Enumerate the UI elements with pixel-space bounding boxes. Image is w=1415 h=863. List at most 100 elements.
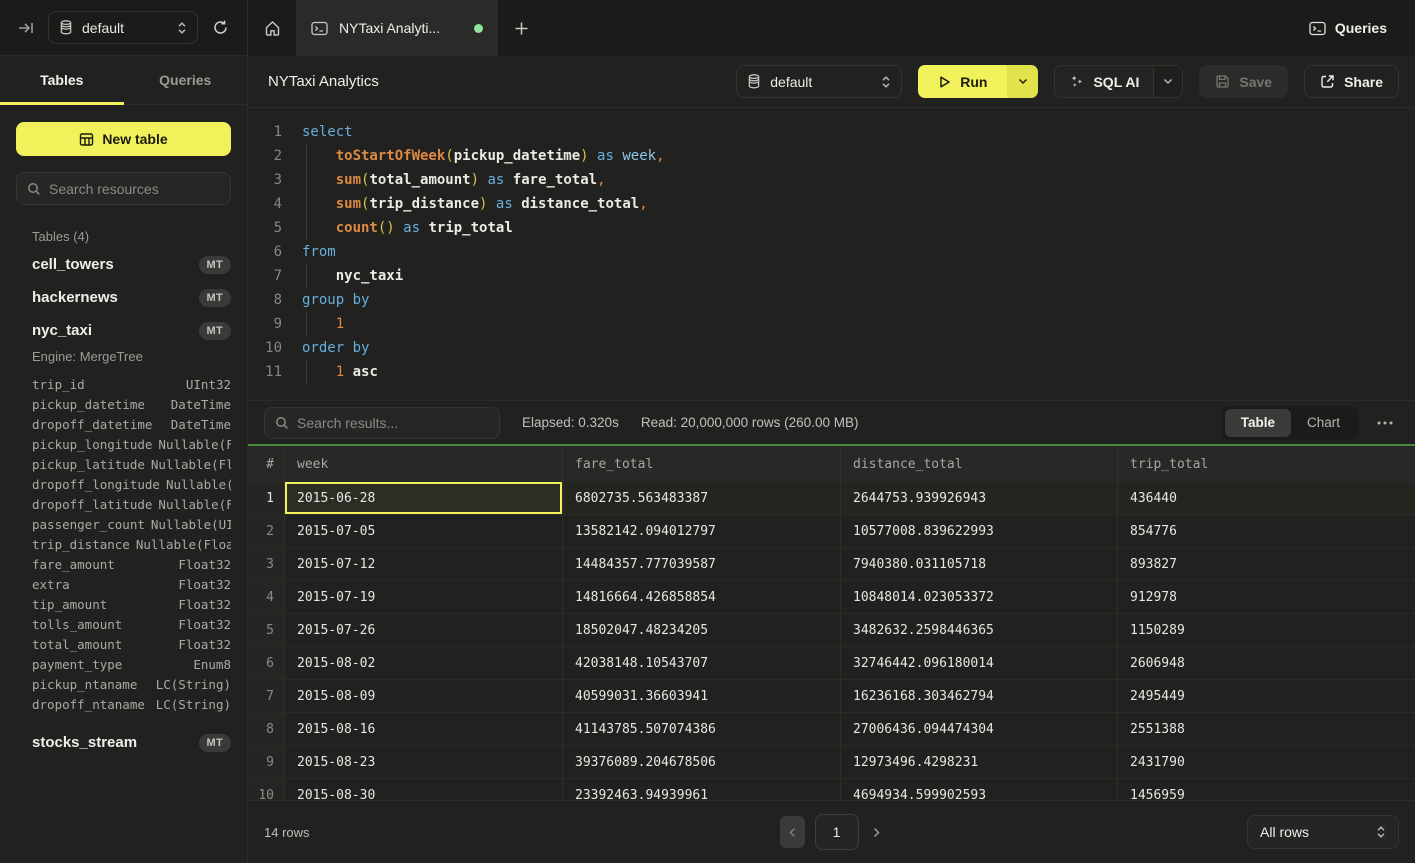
engine-badge: MT [199, 322, 231, 340]
table-cell[interactable]: 12973496.4298231 [841, 746, 1118, 778]
column-type: DateTime [171, 397, 231, 412]
table-cell[interactable]: 854776 [1118, 515, 1415, 547]
table-cell[interactable]: 2606948 [1118, 647, 1415, 679]
sidebar-table-item[interactable]: cell_towersMT [32, 248, 231, 281]
column-definition: payment_typeEnum8 [32, 654, 231, 674]
table-cell[interactable]: 2015-08-02 [285, 647, 563, 679]
chevron-left-icon [789, 827, 796, 838]
share-icon [1320, 74, 1335, 89]
table-cell[interactable]: 27006436.094474304 [841, 713, 1118, 745]
table-cell[interactable]: 18502047.48234205 [563, 614, 841, 646]
page-size-value: All rows [1260, 824, 1376, 840]
code-text: order by [302, 340, 369, 356]
sidebar-topbar: default [0, 0, 247, 56]
editor-database-selector[interactable]: default [736, 65, 902, 98]
save-button[interactable]: Save [1199, 65, 1288, 98]
view-toggle-table[interactable]: Table [1225, 409, 1291, 437]
table-cell[interactable]: 32746442.096180014 [841, 647, 1118, 679]
sidebar-tab-queries[interactable]: Queries [124, 56, 248, 104]
column-definition: tip_amountFloat32 [32, 594, 231, 614]
view-toggle-chart[interactable]: Chart [1291, 409, 1356, 437]
sidebar-body: New table Tables (4) cell_towersMThacker… [0, 105, 247, 863]
table-cell[interactable]: 436440 [1118, 482, 1415, 514]
table-cell[interactable]: 2551388 [1118, 713, 1415, 745]
table-cell[interactable]: 2015-08-09 [285, 680, 563, 712]
page-size-selector[interactable]: All rows [1247, 815, 1399, 849]
line-number: 5 [248, 220, 282, 236]
table-cell[interactable]: 2015-07-12 [285, 548, 563, 580]
table-cell[interactable]: 2015-07-19 [285, 581, 563, 613]
table-cell[interactable]: 23392463.94939961 [563, 779, 841, 800]
results-search [264, 407, 500, 439]
sidebar-tables-list: cell_towersMThackernewsMTnyc_taxiMTEngin… [32, 248, 231, 759]
sidebar-table-item[interactable]: stocks_streamMT [32, 726, 231, 759]
more-options-button[interactable] [1371, 417, 1399, 429]
column-name: tolls_amount [32, 617, 122, 632]
main-panel: NYTaxi Analyti... Queries NYTaxi Analyti… [248, 0, 1415, 863]
main-topbar: NYTaxi Analyti... Queries [248, 0, 1415, 56]
row-number-cell: 3 [248, 548, 285, 580]
table-cell[interactable]: 2431790 [1118, 746, 1415, 778]
sidebar-table-item[interactable]: hackernewsMT [32, 281, 231, 314]
resource-search-input[interactable] [49, 181, 230, 197]
table-cell[interactable]: 1456959 [1118, 779, 1415, 800]
line-number: 11 [248, 364, 282, 380]
chevron-down-icon [1163, 78, 1173, 85]
share-button[interactable]: Share [1304, 65, 1399, 98]
table-cell[interactable]: 2495449 [1118, 680, 1415, 712]
sparkles-icon [1069, 74, 1084, 89]
new-tab-button[interactable] [498, 0, 544, 56]
table-cell[interactable]: 42038148.10543707 [563, 647, 841, 679]
database-selector[interactable]: default [48, 11, 198, 44]
terminal-window-icon [311, 21, 328, 36]
editor-header: NYTaxi Analytics default [248, 56, 1415, 108]
table-cell[interactable]: 2015-08-23 [285, 746, 563, 778]
selected-cell[interactable]: 2015-06-28 [285, 482, 563, 514]
table-cell[interactable]: 41143785.507074386 [563, 713, 841, 745]
refresh-button[interactable] [208, 15, 233, 40]
new-table-button[interactable]: New table [16, 122, 231, 156]
table-cell[interactable]: 6802735.563483387 [563, 482, 841, 514]
collapse-sidebar-button[interactable] [14, 16, 38, 40]
sql-editor[interactable]: 1select2 toStartOfWeek(pickup_datetime) … [248, 108, 1415, 400]
next-page-button[interactable] [869, 823, 884, 842]
table-cell[interactable]: 7940380.031105718 [841, 548, 1118, 580]
table-cell[interactable]: 2015-08-30 [285, 779, 563, 800]
sidebar-table-item[interactable]: nyc_taxiMT [32, 314, 231, 347]
table-cell[interactable]: 2015-07-05 [285, 515, 563, 547]
table-cell[interactable]: 3482632.2598446365 [841, 614, 1118, 646]
table-cell[interactable]: 893827 [1118, 548, 1415, 580]
table-cell[interactable]: 4694934.599902593 [841, 779, 1118, 800]
table-cell[interactable]: 10848014.023053372 [841, 581, 1118, 613]
column-name: dropoff_ntaname [32, 697, 145, 712]
sql-ai-options-button[interactable] [1153, 66, 1182, 97]
table-cell[interactable]: 14816664.426858854 [563, 581, 841, 613]
table-cell[interactable]: 40599031.36603941 [563, 680, 841, 712]
column-type: Float32 [178, 577, 231, 592]
table-row: 42015-07-1914816664.42685885410848014.02… [248, 581, 1415, 614]
previous-page-button[interactable] [780, 816, 805, 848]
table-cell[interactable]: 39376089.204678506 [563, 746, 841, 778]
home-button[interactable] [248, 0, 296, 56]
code-line: 2 toStartOfWeek(pickup_datetime) as week… [248, 144, 1415, 168]
results-search-input[interactable] [297, 415, 489, 431]
query-tab[interactable]: NYTaxi Analyti... [296, 0, 498, 56]
table-cell[interactable]: 10577008.839622993 [841, 515, 1118, 547]
run-button[interactable]: Run [918, 65, 1007, 98]
table-cell[interactable]: 16236168.303462794 [841, 680, 1118, 712]
table-cell[interactable]: 2015-07-26 [285, 614, 563, 646]
table-cell[interactable]: 14484357.777039587 [563, 548, 841, 580]
table-cell[interactable]: 2644753.939926943 [841, 482, 1118, 514]
queries-shortcut[interactable]: Queries [1309, 20, 1387, 36]
sidebar-tab-tables[interactable]: Tables [0, 56, 124, 104]
table-cell[interactable]: 912978 [1118, 581, 1415, 613]
column-type: Nullable(F [166, 477, 231, 492]
current-page[interactable]: 1 [815, 814, 859, 850]
table-row: 12015-06-286802735.5634833872644753.9399… [248, 482, 1415, 515]
row-number-cell: 8 [248, 713, 285, 745]
sql-ai-button[interactable]: SQL AI [1055, 66, 1153, 97]
table-cell[interactable]: 2015-08-16 [285, 713, 563, 745]
table-cell[interactable]: 13582142.094012797 [563, 515, 841, 547]
table-cell[interactable]: 1150289 [1118, 614, 1415, 646]
run-options-button[interactable] [1007, 65, 1038, 98]
